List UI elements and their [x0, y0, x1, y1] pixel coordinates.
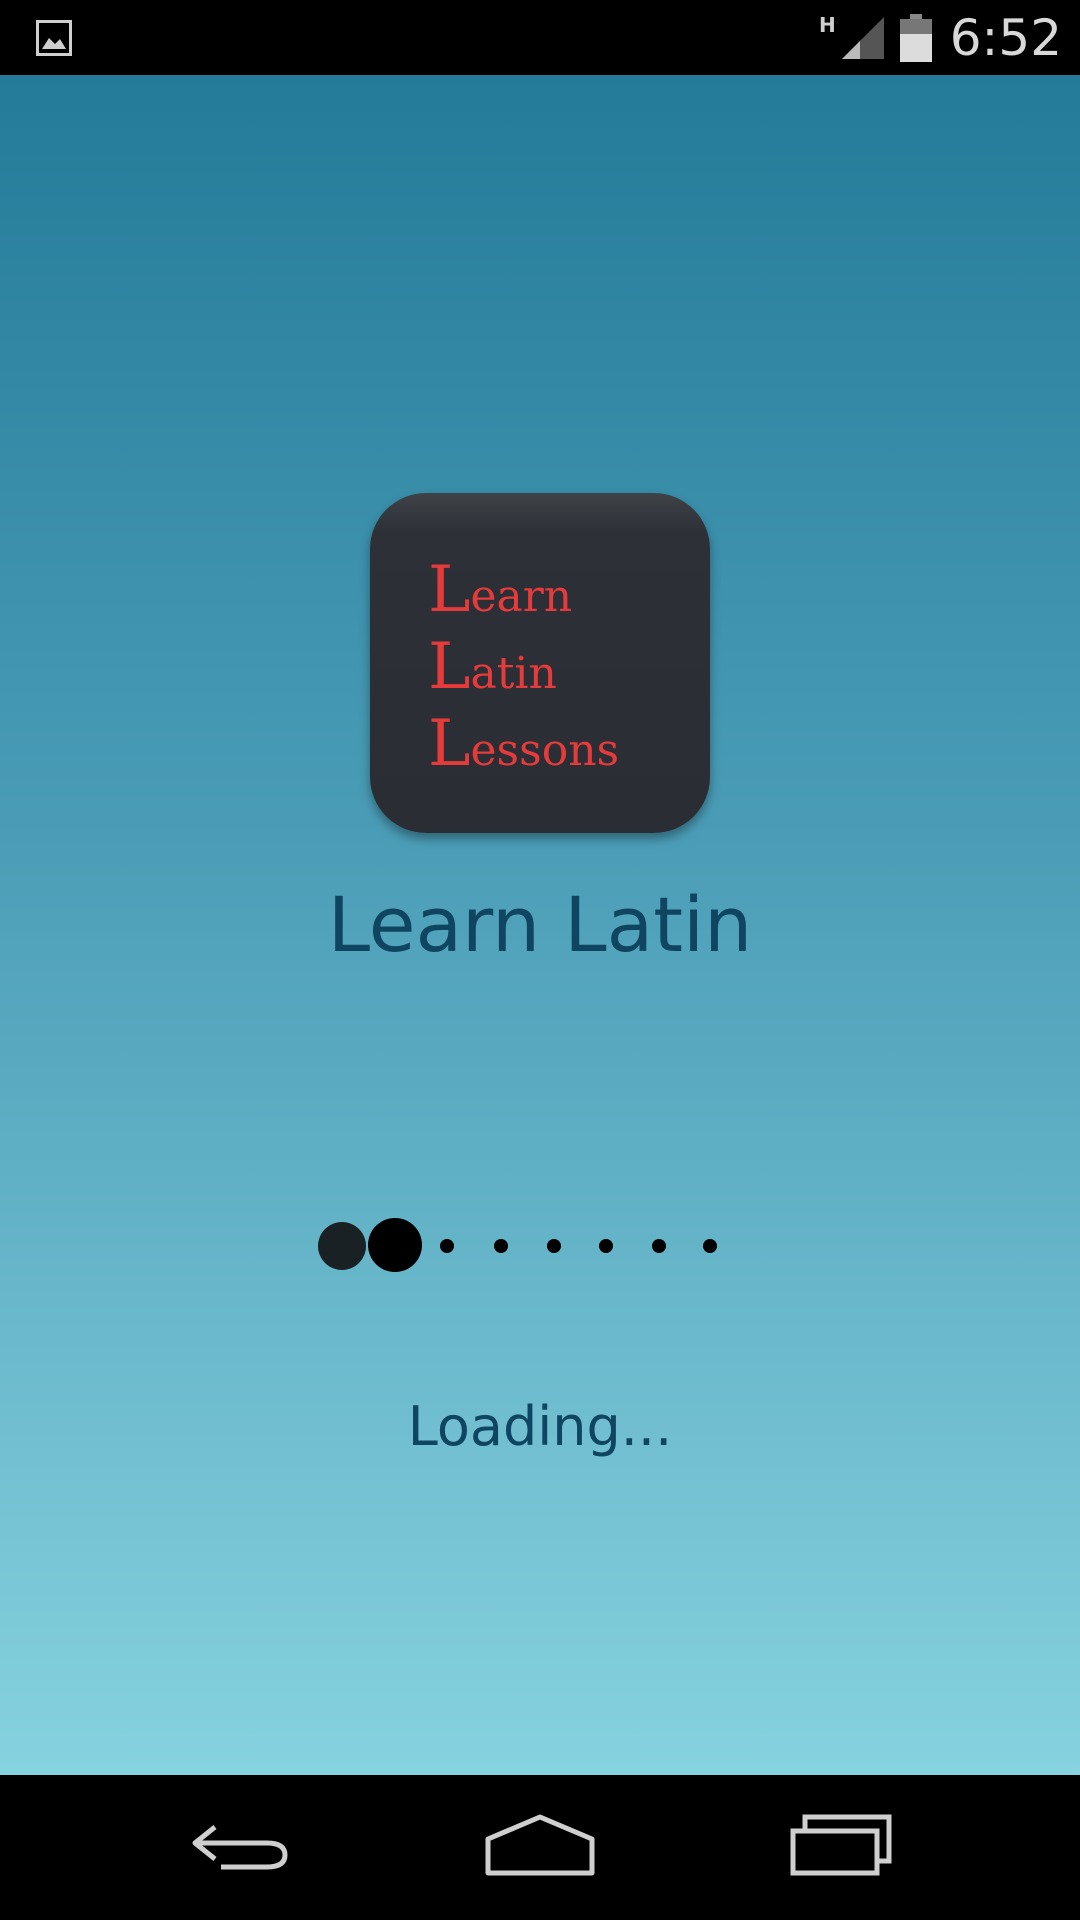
app-title: Learn Latin	[327, 880, 753, 969]
image-notification-icon	[36, 20, 72, 56]
loading-dot	[652, 1239, 666, 1253]
home-button[interactable]	[470, 1805, 610, 1885]
battery-icon	[899, 13, 932, 62]
loading-dot	[703, 1239, 717, 1253]
loading-dot-active	[368, 1218, 422, 1272]
network-type: H	[818, 12, 836, 37]
logo-line-latin: Latin	[428, 630, 557, 704]
splash-screen: Learn Latin Lessons Learn Latin Loading.…	[0, 75, 1080, 1775]
loading-text: Loading...	[407, 1395, 673, 1458]
clock: 6:52	[949, 8, 1062, 67]
navigation-bar	[0, 1775, 1080, 1920]
recents-icon	[790, 1814, 892, 1876]
recents-button[interactable]	[775, 1805, 915, 1885]
back-icon	[192, 1825, 288, 1870]
loading-dot-active	[318, 1222, 366, 1270]
loading-dot	[599, 1239, 613, 1253]
home-icon	[485, 1814, 595, 1876]
loading-dot	[494, 1239, 508, 1253]
app-logo: Learn Latin Lessons	[370, 493, 710, 833]
app-logo-text: Learn Latin Lessons	[428, 555, 619, 786]
logo-line-lessons: Lessons	[428, 707, 620, 781]
logo-line-learn: Learn	[428, 553, 573, 627]
back-button[interactable]	[170, 1805, 310, 1885]
signal-icon	[841, 16, 884, 59]
loading-dot	[547, 1239, 561, 1253]
loading-dot	[440, 1239, 454, 1253]
status-bar: H 6:52	[0, 0, 1080, 75]
status-icons: H 6:52	[819, 0, 1062, 75]
loading-indicator	[0, 1201, 1080, 1281]
